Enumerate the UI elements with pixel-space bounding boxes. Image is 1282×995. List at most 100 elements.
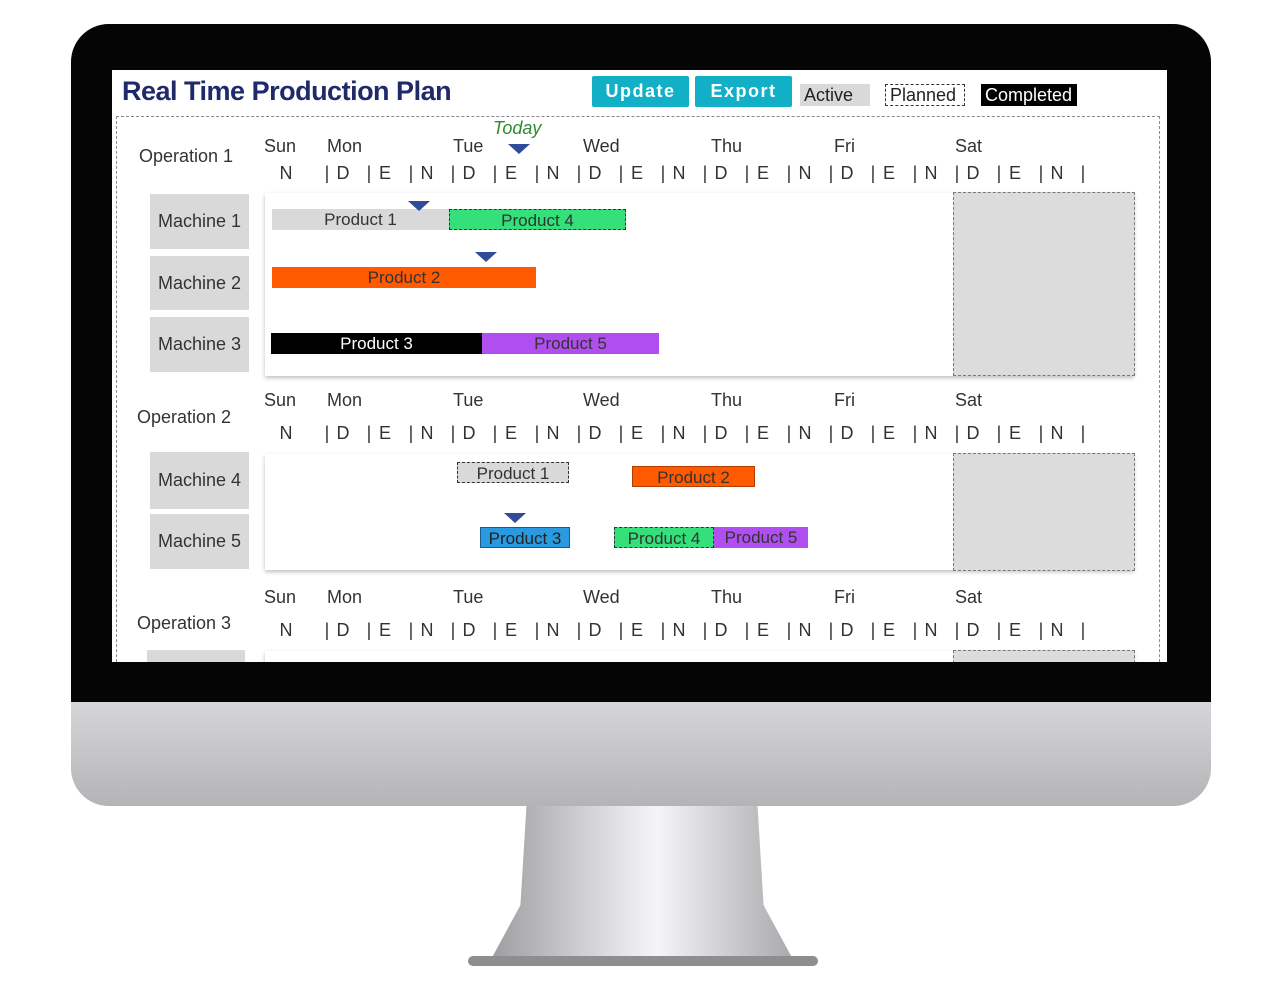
machine-label: Machine 3	[150, 317, 249, 372]
machine-label	[147, 650, 245, 662]
day-label-mon: Mon	[327, 587, 363, 607]
shift-label: D	[840, 423, 854, 443]
shift-label: D	[840, 163, 854, 183]
shift-separator: |	[576, 163, 582, 183]
shift-separator: |	[618, 620, 624, 640]
shift-separator: |	[786, 423, 792, 443]
product-bar[interactable]: Product 5	[714, 527, 808, 548]
shift-label: D	[714, 163, 728, 183]
shift-label: E	[378, 620, 391, 640]
shift-separator: |	[912, 620, 918, 640]
shift-label: E	[630, 423, 643, 443]
product-bar[interactable]: Product 1	[457, 462, 569, 483]
shift-separator: |	[618, 163, 624, 183]
day-label-thu: Thu	[711, 136, 743, 156]
shift-separator: |	[366, 163, 372, 183]
shift-label: E	[630, 163, 643, 183]
day-label-mon: Mon	[327, 390, 363, 410]
operation-label: Operation 3	[137, 613, 232, 633]
shift-separator: |	[660, 163, 666, 183]
shift-separator: |	[828, 620, 834, 640]
shift-separator: |	[450, 163, 456, 183]
shift-label: D	[840, 620, 854, 640]
product-bar[interactable]: Product 3	[271, 333, 482, 354]
shift-label: N	[924, 163, 938, 183]
day-label-wed: Wed	[583, 136, 620, 156]
monitor-stand	[490, 806, 794, 966]
shift-separator: |	[786, 620, 792, 640]
shift-label: D	[588, 620, 602, 640]
machine-label: Machine 1	[150, 194, 249, 249]
shift-separator: |	[324, 620, 330, 640]
shift-separator: |	[702, 620, 708, 640]
shift-separator: |	[870, 620, 876, 640]
shift-separator: |	[954, 163, 960, 183]
shift-label: N	[1050, 620, 1064, 640]
product-bar[interactable]: Product 4	[449, 209, 626, 230]
shift-label: N	[279, 620, 293, 640]
shift-separator: |	[702, 163, 708, 183]
shift-label: E	[504, 423, 517, 443]
shift-label: N	[546, 163, 560, 183]
shift-label: E	[504, 620, 517, 640]
shift-label: E	[882, 423, 895, 443]
shift-label: N	[672, 423, 686, 443]
shift-label: N	[798, 163, 812, 183]
shift-separator: |	[450, 620, 456, 640]
shift-separator: |	[408, 620, 414, 640]
shift-label: E	[504, 163, 517, 183]
shift-separator: |	[954, 423, 960, 443]
shift-separator: |	[492, 423, 498, 443]
update-button[interactable]: Update	[592, 76, 689, 107]
shift-label: N	[420, 423, 434, 443]
shift-label: D	[588, 423, 602, 443]
today-label: Today	[493, 118, 542, 138]
position-marker-icon	[408, 201, 430, 211]
shift-separator: |	[534, 163, 540, 183]
shift-label: E	[630, 620, 643, 640]
day-label-wed: Wed	[583, 587, 620, 607]
shift-separator: |	[324, 423, 330, 443]
product-bar[interactable]: Product 5	[482, 333, 659, 354]
shift-separator: |	[408, 423, 414, 443]
shift-separator: |	[1080, 620, 1086, 640]
operation-label: Operation 2	[137, 407, 232, 427]
position-marker-icon	[504, 513, 526, 523]
shift-label: D	[714, 620, 728, 640]
shift-label: D	[966, 423, 980, 443]
product-bar[interactable]: Product 3	[480, 527, 570, 548]
shift-separator: |	[828, 163, 834, 183]
machine-label: Machine 4	[150, 452, 249, 509]
shift-label: N	[546, 423, 560, 443]
export-button[interactable]: Export	[695, 76, 792, 107]
day-label-wed: Wed	[583, 390, 620, 410]
monitor-stand-base	[468, 956, 818, 966]
shift-separator: |	[912, 163, 918, 183]
shift-separator: |	[492, 620, 498, 640]
shift-separator: |	[576, 423, 582, 443]
product-bar[interactable]: Product 2	[632, 466, 755, 487]
day-label-fri: Fri	[834, 136, 855, 156]
shift-label: D	[462, 163, 476, 183]
operation-label: Operation 1	[139, 146, 234, 166]
shift-separator: |	[912, 423, 918, 443]
shift-label: E	[1008, 620, 1021, 640]
shift-separator: |	[408, 163, 414, 183]
shift-separator: |	[870, 423, 876, 443]
shift-separator: |	[744, 163, 750, 183]
shift-label: N	[546, 620, 560, 640]
shift-label: E	[378, 423, 391, 443]
product-bar[interactable]: Product 2	[272, 267, 536, 288]
shift-label: D	[966, 163, 980, 183]
shift-label: N	[420, 163, 434, 183]
shift-label: E	[1008, 163, 1021, 183]
day-label-mon: Mon	[327, 136, 363, 156]
shift-label: N	[279, 423, 293, 443]
day-label-tue: Tue	[453, 390, 484, 410]
position-marker-icon	[475, 252, 497, 262]
product-bar[interactable]: Product 4	[614, 527, 714, 548]
shift-separator: |	[534, 423, 540, 443]
product-bar[interactable]: Product 1	[272, 209, 449, 230]
shift-label: N	[1050, 423, 1064, 443]
shift-separator: |	[576, 620, 582, 640]
